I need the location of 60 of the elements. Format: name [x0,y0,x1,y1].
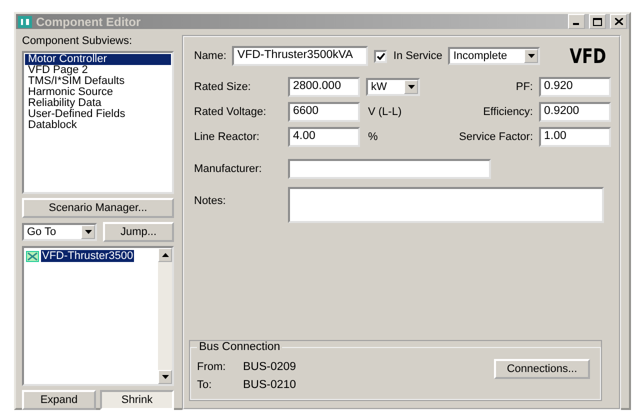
down-arrow-icon [408,85,414,89]
view-tab[interactable]: Shrink [100,390,174,410]
manufacturer-label: Manufacturer: [194,163,263,175]
from-bus: BUS-0209 [243,361,298,373]
value-field[interactable]: 1.00 [539,127,611,147]
scrollbar[interactable] [158,248,172,384]
jump-button[interactable]: Jump... [103,222,174,242]
field-label: Rated Voltage: [194,106,268,118]
subview-item[interactable]: TMS/I*SIM Defaults [25,76,171,87]
unit-label: % [367,131,379,143]
connections-button[interactable]: Connections... [494,359,590,379]
type-label: VFD [570,44,606,68]
window-title: Component Editor [36,14,142,28]
subview-item[interactable]: Harmonic Source [25,87,171,98]
up-arrow-icon [162,253,168,257]
minimize-button[interactable] [568,14,585,29]
notes-label: Notes: [194,195,227,207]
app-icon [18,16,32,28]
value-field[interactable]: 0.920 [539,77,611,97]
subview-item[interactable]: VFD Page 2 [25,65,171,76]
check-icon [376,52,385,60]
in-service-checkbox[interactable] [374,50,388,62]
field-label: Efficiency: [483,106,534,118]
field-label: PF: [516,81,534,93]
value-field[interactable]: 2800.000 [288,77,360,97]
name-label: Name: [194,50,226,62]
field-label: Line Reactor: [194,131,260,143]
to-label: To: [197,379,213,391]
notes-field[interactable] [288,187,604,223]
value-field[interactable]: 6600 [288,102,360,122]
to-bus: BUS-0210 [243,379,298,391]
tree-item[interactable]: VFD-Thruster3500 [41,250,134,262]
maximize-icon [593,18,602,26]
goto-dropdown[interactable]: Go To [22,223,97,241]
down-arrow-icon [162,375,168,379]
scenario-manager-button[interactable]: Scenario Manager... [22,198,174,218]
manufacturer-field[interactable] [288,159,491,179]
name-field[interactable]: VFD-Thruster3500kVA [232,46,368,66]
in-service-label: In Service [393,50,442,62]
down-arrow-icon [528,54,535,58]
component-icon [26,250,39,262]
group-title: Bus Connection [198,341,282,353]
subview-item[interactable]: Datablock [25,120,171,131]
down-arrow-icon [84,230,92,234]
from-label: From: [197,361,227,373]
value-field[interactable]: 4.00 [288,127,360,147]
status-dropdown[interactable]: Incomplete [448,47,540,65]
view-tab[interactable]: Expand [22,390,96,410]
subview-item[interactable]: Reliability Data [25,98,171,109]
maximize-button[interactable] [589,14,606,29]
value-field[interactable]: 0.9200 [539,102,611,122]
unit-dropdown[interactable]: kW [366,78,420,96]
field-label: Rated Size: [194,81,252,93]
subviews-label: Component Subviews: [22,35,134,47]
subview-item[interactable]: User-Defined Fields [25,109,171,120]
close-icon [614,18,622,25]
unit-label: V (L-L) [367,106,403,118]
field-label: Service Factor: [459,131,534,143]
close-button[interactable] [610,14,627,29]
subview-item[interactable]: Motor Controller [25,54,171,65]
